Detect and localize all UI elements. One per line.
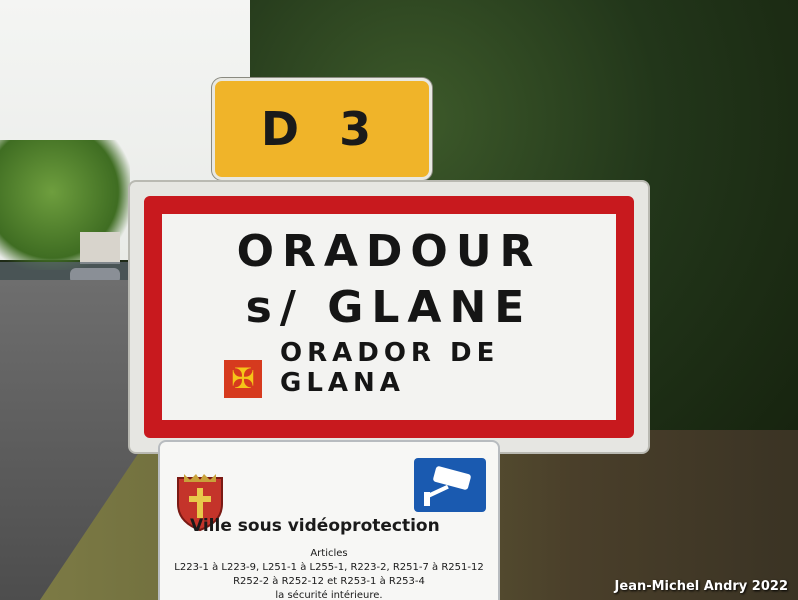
video-sign-subtitle: Articles bbox=[310, 548, 348, 559]
town-entry-sign: ORADOUR s/ GLANE ✠ ORADOR DE GLANA bbox=[128, 180, 650, 454]
town-name-line2: s/ GLANE bbox=[245, 282, 533, 333]
photo-credit: Jean-Michel Andry 2022 bbox=[614, 579, 788, 594]
surveillance-camera-icon bbox=[414, 458, 486, 512]
video-sign-title: Ville sous vidéoprotection bbox=[190, 516, 440, 536]
video-sign-articles-line3: la sécurité intérieure. bbox=[275, 590, 383, 600]
video-sign-articles-line1: L223-1 à L223-9, L251-1 à L255-1, R223-2… bbox=[174, 562, 484, 573]
photo-scene: D 3 ORADOUR s/ GLANE ✠ ORADOR DE GLANA V… bbox=[0, 0, 798, 600]
town-name-line1: ORADOUR bbox=[236, 226, 542, 277]
town-sign-panel: ORADOUR s/ GLANE ✠ ORADOR DE GLANA bbox=[144, 196, 634, 438]
video-sign-articles-line2: R252-2 à R252-12 et R253-1 à R253-4 bbox=[233, 576, 425, 587]
distant-house bbox=[80, 232, 120, 264]
occitan-cross-flag-icon: ✠ bbox=[224, 360, 262, 398]
video-surveillance-sign: Ville sous vidéoprotection Articles L223… bbox=[158, 440, 500, 600]
route-sign-d3: D 3 bbox=[212, 78, 432, 180]
town-name-occitan: ORADOR DE GLANA bbox=[280, 338, 500, 398]
route-number: D 3 bbox=[260, 102, 384, 156]
